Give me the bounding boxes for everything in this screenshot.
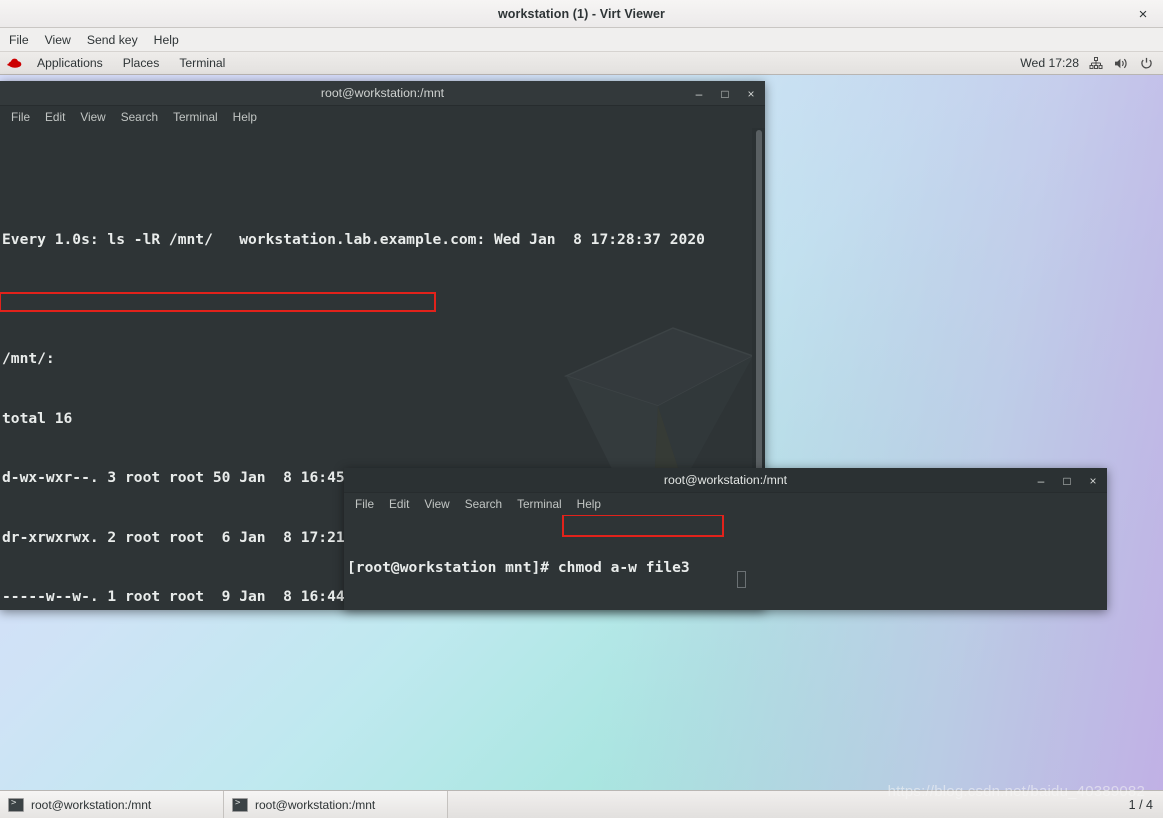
maximize-button[interactable]: □ xyxy=(1061,475,1073,487)
system-tray xyxy=(1089,56,1153,70)
taskbar-item-1[interactable]: root@workstation:/mnt xyxy=(224,791,448,818)
menu-item-send-key[interactable]: Send key xyxy=(87,33,138,47)
menu-item-view[interactable]: View xyxy=(45,33,71,47)
minimize-button[interactable]: – xyxy=(1035,475,1047,487)
terminal-back-line-3: total 16 xyxy=(2,409,73,427)
shell-command: chmod a-w file3 xyxy=(549,558,690,576)
window-title: workstation (1) - Virt Viewer xyxy=(497,6,666,21)
virt-viewer-titlebar: workstation (1) - Virt Viewer × xyxy=(0,0,1163,28)
panel-clock[interactable]: Wed 17:28 xyxy=(1020,56,1079,70)
highlight-box-chmod xyxy=(562,515,724,537)
terminal-front-window-buttons: – □ × xyxy=(1035,468,1099,493)
terminal-window-front[interactable]: root@workstation:/mnt – □ × File Edit Vi… xyxy=(344,468,1107,610)
terminal-menu-edit[interactable]: Edit xyxy=(45,110,65,124)
terminal-front-menubar: File Edit View Search Terminal Help xyxy=(344,493,1107,515)
taskbar-item-0[interactable]: root@workstation:/mnt xyxy=(0,791,224,818)
taskbar-item-label: root@workstation:/mnt xyxy=(31,797,152,812)
terminal-back-title: root@workstation:/mnt xyxy=(320,86,445,100)
terminal-back-line-1 xyxy=(2,290,765,310)
power-icon[interactable] xyxy=(1140,57,1153,70)
terminal-menu-terminal[interactable]: Terminal xyxy=(517,497,562,511)
terminal-back-menubar: File Edit View Search Terminal Help xyxy=(0,106,765,128)
terminal-front-title: root@workstation:/mnt xyxy=(663,473,788,487)
terminal-menu-file[interactable]: File xyxy=(11,110,30,124)
workspace-indicator[interactable]: 1 / 4 xyxy=(1119,791,1163,818)
close-icon[interactable]: × xyxy=(1133,4,1153,24)
minimize-button[interactable]: – xyxy=(693,88,705,100)
close-button[interactable]: × xyxy=(745,88,757,100)
panel-item-applications[interactable]: Applications xyxy=(27,56,113,70)
close-button[interactable]: × xyxy=(1087,475,1099,487)
redhat-logo-icon xyxy=(7,57,22,70)
terminal-icon xyxy=(8,797,24,812)
maximize-button[interactable]: □ xyxy=(719,88,731,100)
shell-prompt: [root@workstation mnt]# xyxy=(347,558,550,576)
terminal-menu-search[interactable]: Search xyxy=(465,497,502,511)
network-icon[interactable] xyxy=(1089,56,1103,70)
taskbar-spacer xyxy=(448,791,1119,818)
terminal-icon xyxy=(232,797,248,812)
menu-item-file[interactable]: File xyxy=(9,33,29,47)
terminal-back-line-0: Every 1.0s: ls -lR /mnt/ workstation.lab… xyxy=(2,231,705,249)
terminal-menu-file[interactable]: File xyxy=(355,497,374,511)
terminal-menu-edit[interactable]: Edit xyxy=(389,497,409,511)
panel-item-places[interactable]: Places xyxy=(113,56,170,70)
terminal-back-titlebar[interactable]: root@workstation:/mnt – □ × xyxy=(0,81,765,106)
taskbar: root@workstation:/mnt root@workstation:/… xyxy=(0,790,1163,818)
volume-icon[interactable] xyxy=(1114,57,1129,70)
panel-item-terminal[interactable]: Terminal xyxy=(169,56,235,70)
screen: workstation (1) - Virt Viewer × File Vie… xyxy=(0,0,1163,818)
terminal-cursor xyxy=(737,571,746,588)
terminal-front-output[interactable]: [root@workstation mnt]# chmod a-w file3 … xyxy=(344,515,1107,610)
virt-viewer-menubar: File View Send key Help xyxy=(0,28,1163,52)
terminal-menu-help[interactable]: Help xyxy=(577,497,601,511)
terminal-front-titlebar[interactable]: root@workstation:/mnt – □ × xyxy=(344,468,1107,493)
gnome-top-panel: Applications Places Terminal Wed 17:28 xyxy=(0,52,1163,75)
terminal-menu-help[interactable]: Help xyxy=(233,110,257,124)
terminal-menu-search[interactable]: Search xyxy=(121,110,158,124)
terminal-menu-view[interactable]: View xyxy=(80,110,105,124)
menu-item-help[interactable]: Help xyxy=(154,33,179,47)
terminal-front-line-0: [root@workstation mnt]# chmod a-w file3 xyxy=(347,558,1107,578)
taskbar-item-label: root@workstation:/mnt xyxy=(255,797,376,812)
terminal-back-window-buttons: – □ × xyxy=(693,81,757,106)
terminal-back-line-2: /mnt/: xyxy=(2,350,55,368)
terminal-menu-view[interactable]: View xyxy=(424,497,449,511)
terminal-menu-terminal[interactable]: Terminal xyxy=(173,110,218,124)
